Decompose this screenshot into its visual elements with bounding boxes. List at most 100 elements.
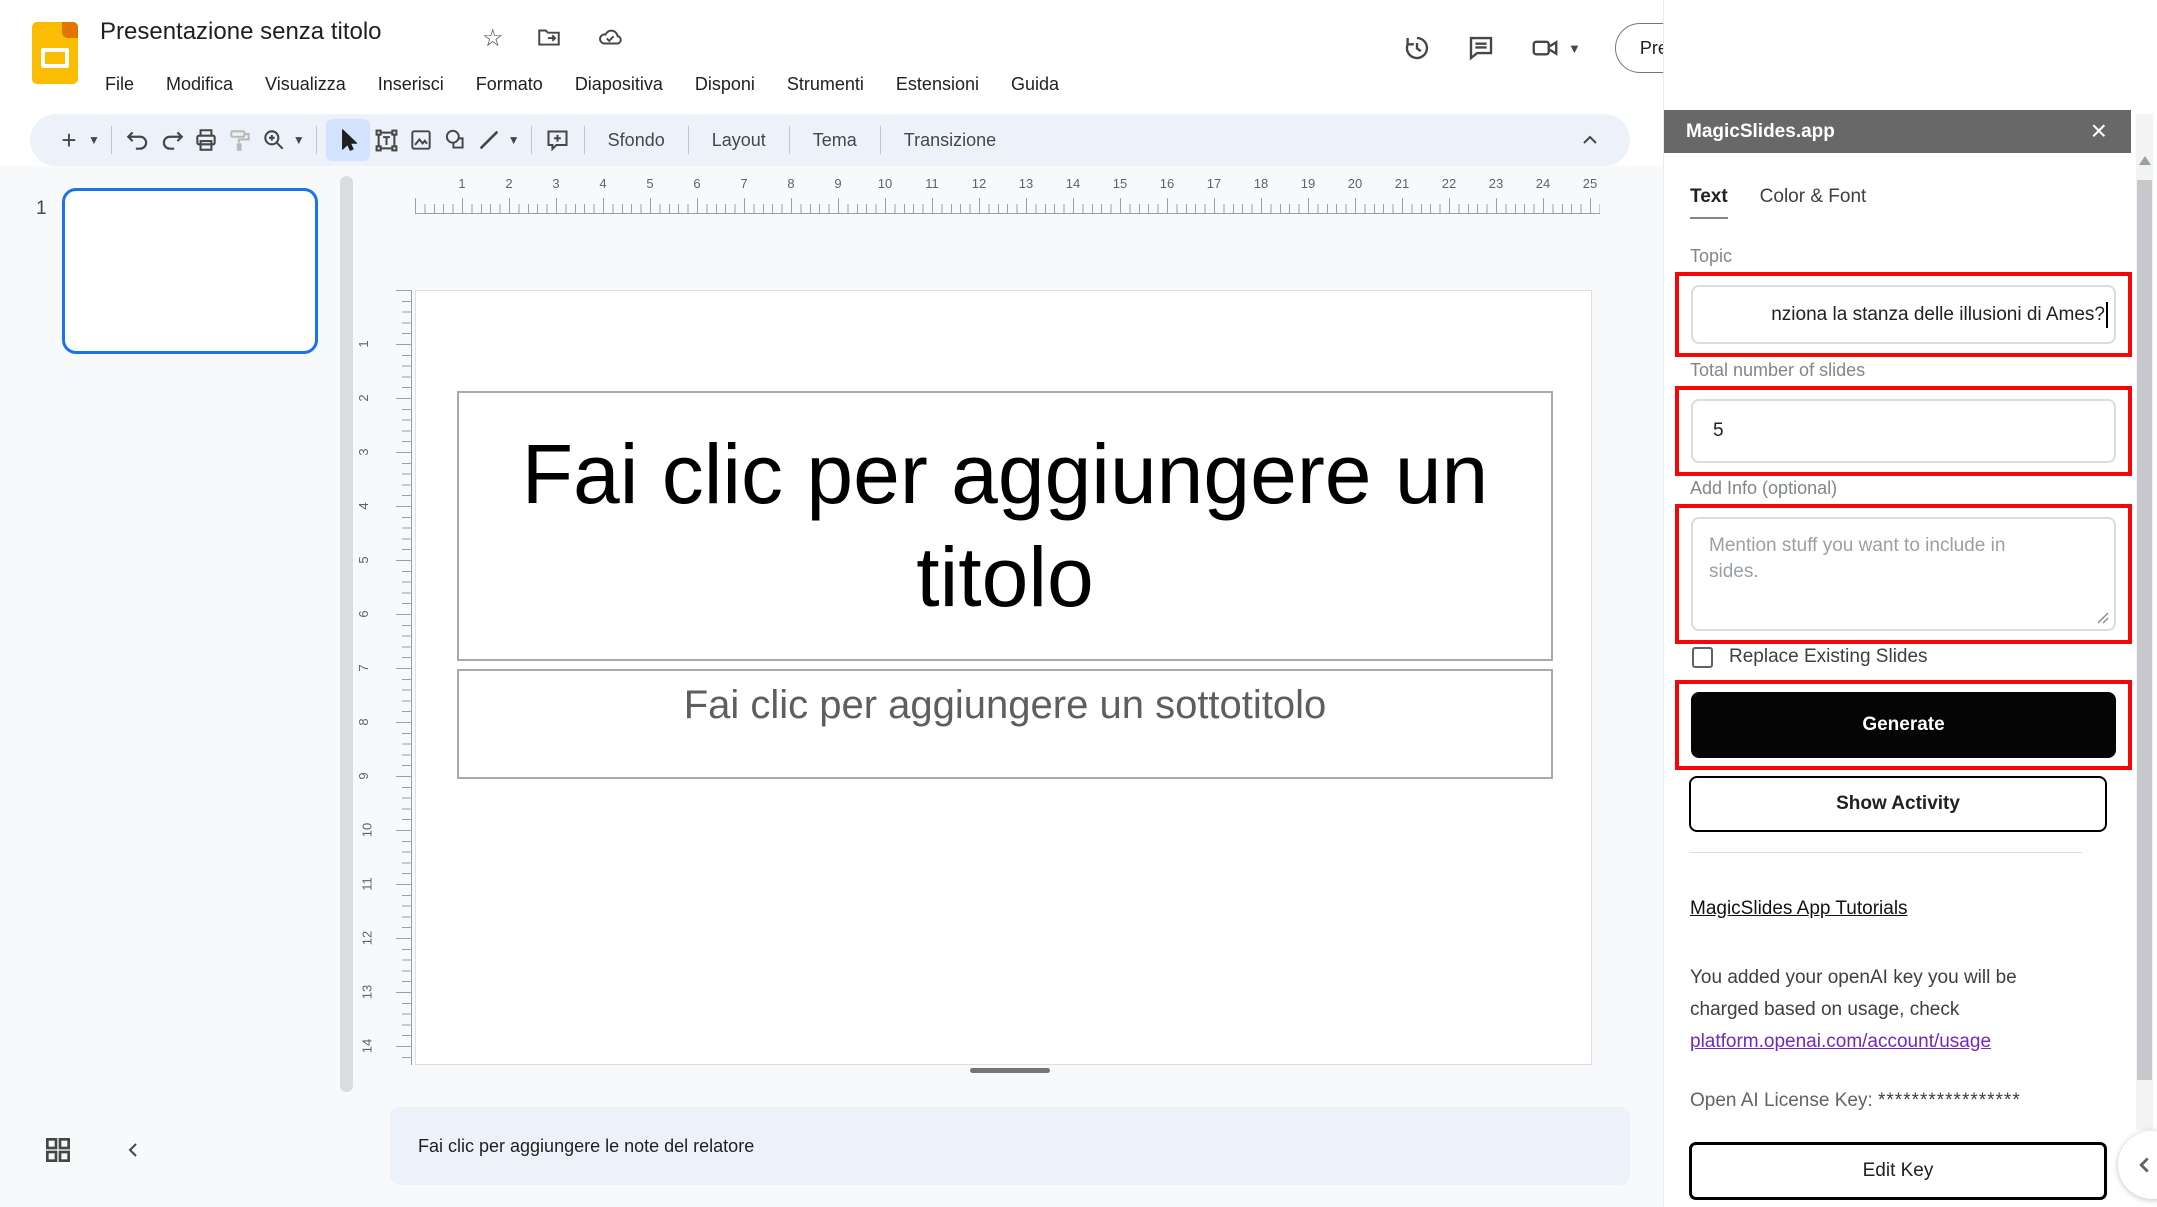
toolbar-divider xyxy=(880,126,881,154)
ruler-number: 1 xyxy=(356,340,371,347)
version-history-icon[interactable] xyxy=(1402,33,1432,63)
addinfo-annotation-box: Mention stuff you want to include in sid… xyxy=(1675,504,2132,644)
insert-shape-icon[interactable] xyxy=(438,123,472,157)
ruler-number: 4 xyxy=(356,502,371,509)
new-slide-caret-icon[interactable]: ▼ xyxy=(88,133,100,147)
addinfo-textarea[interactable]: Mention stuff you want to include in sid… xyxy=(1691,517,2116,631)
cloud-saved-icon[interactable] xyxy=(596,24,624,50)
slide-canvas[interactable]: Fai clic per aggiungere un titolo Fai cl… xyxy=(415,290,1592,1065)
ruler-number: 11 xyxy=(925,176,939,191)
ruler-number: 14 xyxy=(1066,176,1080,191)
slides-count-value: 5 xyxy=(1713,420,1724,442)
subtitle-placeholder-text: Fai clic per aggiungere un sottotitolo xyxy=(684,683,1327,727)
openai-info-text: You added your openAI key you will be ch… xyxy=(1690,962,2090,1058)
generate-button[interactable]: Generate xyxy=(1691,692,2116,758)
slide-subtitle-placeholder[interactable]: Fai clic per aggiungere un sottotitolo xyxy=(457,669,1553,779)
insert-comment-icon[interactable] xyxy=(541,123,575,157)
close-icon[interactable]: × xyxy=(2091,116,2107,146)
title-placeholder-line1: Fai clic per aggiungere un xyxy=(522,427,1489,521)
toolbar-divider xyxy=(531,126,532,154)
topic-value: nziona la stanza delle illusioni di Ames… xyxy=(1771,304,2105,326)
show-activity-button[interactable]: Show Activity xyxy=(1689,776,2107,832)
ruler-number: 2 xyxy=(356,394,371,401)
paint-format-icon[interactable] xyxy=(223,123,257,157)
slides-count-label: Total number of slides xyxy=(1690,360,1865,381)
replace-slides-checkbox[interactable] xyxy=(1692,647,1713,668)
ruler-number: 18 xyxy=(1254,176,1268,191)
ruler-number: 19 xyxy=(1301,176,1315,191)
menu-disponi[interactable]: Disponi xyxy=(686,70,764,99)
textbox-icon[interactable] xyxy=(370,123,404,157)
ruler-number: 17 xyxy=(1207,176,1221,191)
ruler-number: 15 xyxy=(1113,176,1127,191)
background-button[interactable]: Sfondo xyxy=(594,122,679,159)
vertical-ruler: 1234567891011121314 xyxy=(358,290,412,1065)
select-cursor-icon[interactable] xyxy=(326,119,370,161)
ruler-number: 24 xyxy=(1536,176,1550,191)
ruler-number: 20 xyxy=(1348,176,1362,191)
ruler-number: 25 xyxy=(1583,176,1597,191)
filmstrip-collapse-icon[interactable] xyxy=(122,1138,146,1162)
slides-count-input[interactable]: 5 xyxy=(1691,399,2116,463)
comments-icon[interactable] xyxy=(1466,33,1496,63)
tutorials-link[interactable]: MagicSlides App Tutorials xyxy=(1690,898,1908,920)
insert-image-icon[interactable] xyxy=(404,123,438,157)
camera-dropdown-caret[interactable]: ▼ xyxy=(1568,41,1581,56)
ruler-number: 1 xyxy=(458,176,465,191)
slide-title-placeholder[interactable]: Fai clic per aggiungere un titolo xyxy=(457,391,1553,661)
menu-estensioni[interactable]: Estensioni xyxy=(887,70,988,99)
menu-strumenti[interactable]: Strumenti xyxy=(778,70,873,99)
menu-inserisci[interactable]: Inserisci xyxy=(369,70,453,99)
menu-modifica[interactable]: Modifica xyxy=(157,70,242,99)
addinfo-placeholder: Mention stuff you want to include in sid… xyxy=(1709,533,2049,584)
filmstrip-scrollbar[interactable] xyxy=(340,176,353,1092)
undo-icon[interactable] xyxy=(121,123,155,157)
textarea-resize-grip[interactable] xyxy=(2097,612,2109,624)
tab-color-font[interactable]: Color & Font xyxy=(1760,186,1867,219)
menu-guida[interactable]: Guida xyxy=(1002,70,1068,99)
panel-collapse-button[interactable] xyxy=(2118,1131,2157,1199)
license-key-row: Open AI License Key: ***************** xyxy=(1690,1090,2021,1112)
theme-button[interactable]: Tema xyxy=(799,122,871,159)
topic-label: Topic xyxy=(1690,246,1732,267)
menu-formato[interactable]: Formato xyxy=(467,70,552,99)
addinfo-label: Add Info (optional) xyxy=(1690,478,1837,499)
ruler-number: 8 xyxy=(356,718,371,725)
ruler-number: 12 xyxy=(360,931,375,945)
ruler-number: 3 xyxy=(552,176,559,191)
toolbar-collapse-icon[interactable] xyxy=(1578,128,1602,152)
tab-text[interactable]: Text xyxy=(1690,186,1728,219)
text-caret xyxy=(2106,302,2108,328)
star-icon[interactable]: ☆ xyxy=(482,24,504,53)
print-icon[interactable] xyxy=(189,123,223,157)
insert-line-icon[interactable] xyxy=(472,123,506,157)
document-title[interactable]: Presentazione senza titolo xyxy=(100,18,382,46)
filmstrip-slide-number: 1 xyxy=(36,198,47,220)
speaker-notes[interactable]: Fai clic per aggiungere le note del rela… xyxy=(390,1107,1630,1185)
title-placeholder-line2: titolo xyxy=(916,530,1093,624)
menu-diapositiva[interactable]: Diapositiva xyxy=(566,70,672,99)
menu-file[interactable]: File xyxy=(96,70,143,99)
menu-visualizza[interactable]: Visualizza xyxy=(256,70,355,99)
layout-button[interactable]: Layout xyxy=(698,122,780,159)
zoom-caret-icon[interactable]: ▼ xyxy=(293,133,305,147)
sidebar-scrollbar-thumb[interactable] xyxy=(2137,180,2152,1080)
topic-input[interactable]: nziona la stanza delle illusioni di Ames… xyxy=(1691,285,2116,344)
meet-camera-icon[interactable]: ▼ xyxy=(1530,33,1581,63)
google-slides-logo[interactable] xyxy=(32,22,78,84)
edit-key-button[interactable]: Edit Key xyxy=(1689,1142,2107,1200)
filmstrip-thumbnail-selected[interactable] xyxy=(62,188,318,354)
new-slide-plus-icon[interactable]: + xyxy=(52,123,86,157)
grid-view-icon[interactable] xyxy=(42,1134,74,1166)
usage-link[interactable]: platform.openai.com/account/usage xyxy=(1690,1031,1991,1052)
move-folder-icon[interactable] xyxy=(536,24,562,50)
license-label: Open AI License Key: xyxy=(1690,1090,1873,1111)
redo-icon[interactable] xyxy=(155,123,189,157)
toolbar-divider xyxy=(111,126,112,154)
line-caret-icon[interactable]: ▼ xyxy=(508,133,520,147)
zoom-icon[interactable] xyxy=(257,123,291,157)
scrollbar-up-arrow-icon[interactable] xyxy=(2139,156,2151,165)
info-line1: You added your openAI key you will be xyxy=(1690,967,2017,988)
transition-button[interactable]: Transizione xyxy=(890,122,1010,159)
notes-resize-handle[interactable] xyxy=(970,1068,1050,1073)
